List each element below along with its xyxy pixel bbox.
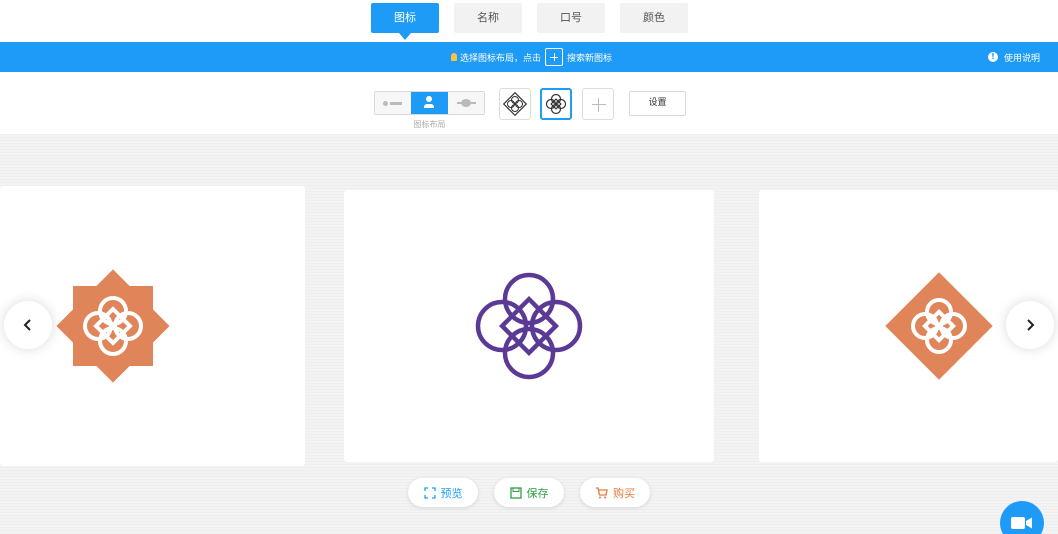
layout-option-horizontal[interactable] xyxy=(375,92,412,114)
info-icon: ! xyxy=(987,52,998,62)
save-label: 保存 xyxy=(526,486,549,500)
chevron-left-icon xyxy=(23,319,31,331)
icon-choice-1[interactable] xyxy=(499,88,531,120)
layout-overlay-icon xyxy=(460,99,471,107)
layout-vertical-body xyxy=(424,104,435,108)
chevron-right-icon xyxy=(1027,319,1035,331)
toolbar: 图标布局 设置 xyxy=(0,72,1058,134)
notice-message: 选择图标布局，点击 搜索新图标 xyxy=(451,42,612,72)
knot-diamond-icon xyxy=(503,92,527,116)
notice-text-before: 选择图标布局，点击 xyxy=(460,53,542,64)
layout-horizontal-bar xyxy=(390,102,402,105)
tab-slogan[interactable]: 口号 xyxy=(537,3,605,33)
next-button[interactable] xyxy=(1006,301,1054,349)
plus-icon xyxy=(545,48,564,66)
layout-caption: 图标布局 xyxy=(413,120,446,129)
preview-button[interactable]: 预览 xyxy=(408,478,478,507)
logo-orange-star-icon xyxy=(55,269,170,383)
tab-icon[interactable]: 图标 xyxy=(371,3,439,40)
layout-selector xyxy=(374,91,485,115)
logo-gallery: 预览 保存 购买 xyxy=(0,134,1058,534)
preview-label: 预览 xyxy=(440,486,463,500)
save-button[interactable]: 保存 xyxy=(494,478,564,507)
tab-color[interactable]: 颜色 xyxy=(620,3,688,33)
tab-name[interactable]: 名称 xyxy=(454,3,522,33)
help-label: 使用说明 xyxy=(1003,53,1040,64)
buy-label: 购买 xyxy=(613,486,635,500)
notice-text-after: 搜索新图标 xyxy=(567,53,613,64)
logo-purple-knot-icon xyxy=(475,272,583,380)
layout-option-vertical[interactable] xyxy=(411,92,448,114)
layout-vertical-icon xyxy=(426,96,433,102)
settings-button[interactable]: 设置 xyxy=(629,91,686,116)
layout-option-overlay[interactable] xyxy=(447,92,484,114)
icon-choice-2[interactable] xyxy=(540,88,572,120)
knot-clover-icon xyxy=(545,93,567,115)
prev-button[interactable] xyxy=(4,301,52,349)
lightbulb-icon xyxy=(451,53,457,61)
video-camera-icon xyxy=(1011,517,1032,529)
layout-horizontal-icon xyxy=(383,101,388,106)
add-icon-button[interactable] xyxy=(582,88,614,120)
cart-icon xyxy=(596,486,608,498)
help-link[interactable]: ! 使用说明 xyxy=(987,42,1040,72)
logo-orange-diamond-icon xyxy=(884,272,993,380)
notice-bar: 选择图标布局，点击 搜索新图标 ! 使用说明 xyxy=(0,42,1058,72)
save-icon xyxy=(509,486,522,499)
expand-icon xyxy=(423,486,436,499)
buy-button[interactable]: 购买 xyxy=(580,478,650,507)
action-bar: 预览 保存 购买 xyxy=(0,478,1058,508)
top-tab-bar: 图标 名称 口号 颜色 xyxy=(0,0,1058,42)
logo-card-current[interactable] xyxy=(344,190,714,462)
